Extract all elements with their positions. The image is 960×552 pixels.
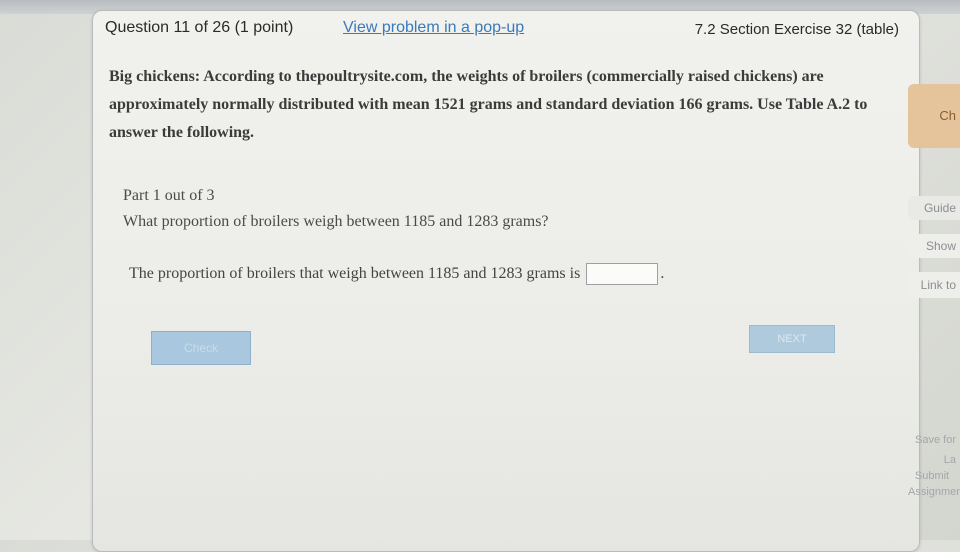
question-number: Question 11 of 26 (1 point) <box>105 19 294 36</box>
answer-suffix: . <box>660 265 665 282</box>
question-card: Question 11 of 26 (1 point) View problem… <box>92 10 920 552</box>
answer-row: The proportion of broilers that weigh be… <box>129 261 664 287</box>
check-button[interactable]: Check <box>151 331 251 365</box>
answer-prompt: The proportion of broilers that weigh be… <box>129 265 581 282</box>
part-label: Part 1 out of 3 <box>123 187 215 204</box>
submit-assignment-button[interactable]: Submit Assignmen <box>908 468 960 504</box>
section-title: 7.2 Section Exercise 32 (table) <box>694 21 899 38</box>
view-popup-link[interactable]: View problem in a pop-up <box>343 19 524 37</box>
problem-statement: Big chickens: According to thepoultrysit… <box>109 68 868 141</box>
link-to-button[interactable]: Link to <box>908 272 960 298</box>
next-button[interactable]: NEXT <box>749 325 835 353</box>
side-panel: Ch Guide Show Link to Save for La Submit… <box>906 0 960 540</box>
save-for-later-button[interactable]: Save for La <box>908 430 960 466</box>
part-question: What proportion of broilers weigh betwee… <box>123 213 549 230</box>
show-answer-button[interactable]: Show <box>908 234 960 258</box>
question-header: Question 11 of 26 (1 point) View problem… <box>105 19 905 43</box>
side-check-button[interactable]: Ch <box>908 84 960 148</box>
guided-solution-button[interactable]: Guide <box>908 196 960 220</box>
answer-input[interactable] <box>586 263 659 285</box>
